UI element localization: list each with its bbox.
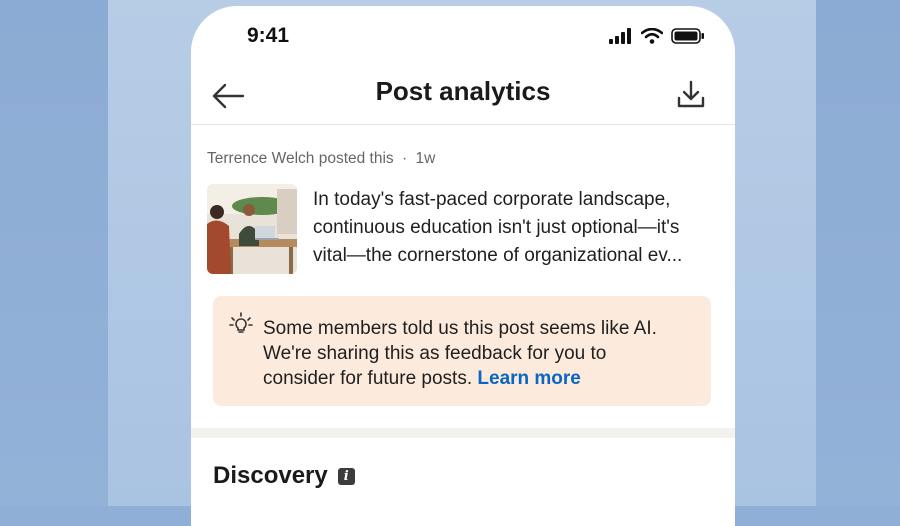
post-text-line: vital—the cornerstone of organizational … [313,245,683,266]
discovery-section-title: Discovery i [213,462,355,490]
status-bar: 9:41 [191,6,735,68]
info-icon[interactable]: i [337,467,355,485]
header: Post analytics [191,68,735,124]
lightbulb-icon [229,312,253,336]
section-divider [191,428,735,438]
discovery-title-text: Discovery [213,462,328,489]
cellular-signal-icon [609,28,631,44]
page-title: Post analytics [375,76,551,106]
notice-line-text: consider for future posts. [263,368,473,389]
download-icon[interactable] [671,74,711,114]
header-divider [191,124,735,125]
background-right [816,0,900,506]
post-thumbnail[interactable] [207,184,297,274]
post-age: 1w [415,150,436,167]
post-text-line: In today's fast-paced corporate landscap… [313,189,671,210]
battery-icon [671,28,704,44]
status-time: 9:41 [247,24,290,47]
post-text[interactable]: In today's fast-paced corporate landscap… [313,186,723,270]
status-icons [609,28,705,44]
post-text-line: continuous education isn't just optional… [313,217,680,238]
wifi-icon [641,28,663,44]
post-meta: Terrence Welch posted this · 1w [207,150,435,168]
meta-separator: · [401,150,408,167]
notice-line: consider for future posts. Learn more [263,366,703,391]
notice-line: We're sharing this as feedback for you t… [263,343,607,364]
notice-text: Some members told us this post seems lik… [263,316,703,391]
background-left [0,0,108,506]
ai-feedback-notice: Some members told us this post seems lik… [213,296,711,406]
learn-more-link[interactable]: Learn more [477,368,580,389]
notice-line: Some members told us this post seems lik… [263,318,657,339]
phone-screen: 9:41 Post analytics Terrence Welch poste… [191,6,735,526]
post-author[interactable]: Terrence Welch posted this [207,150,394,167]
